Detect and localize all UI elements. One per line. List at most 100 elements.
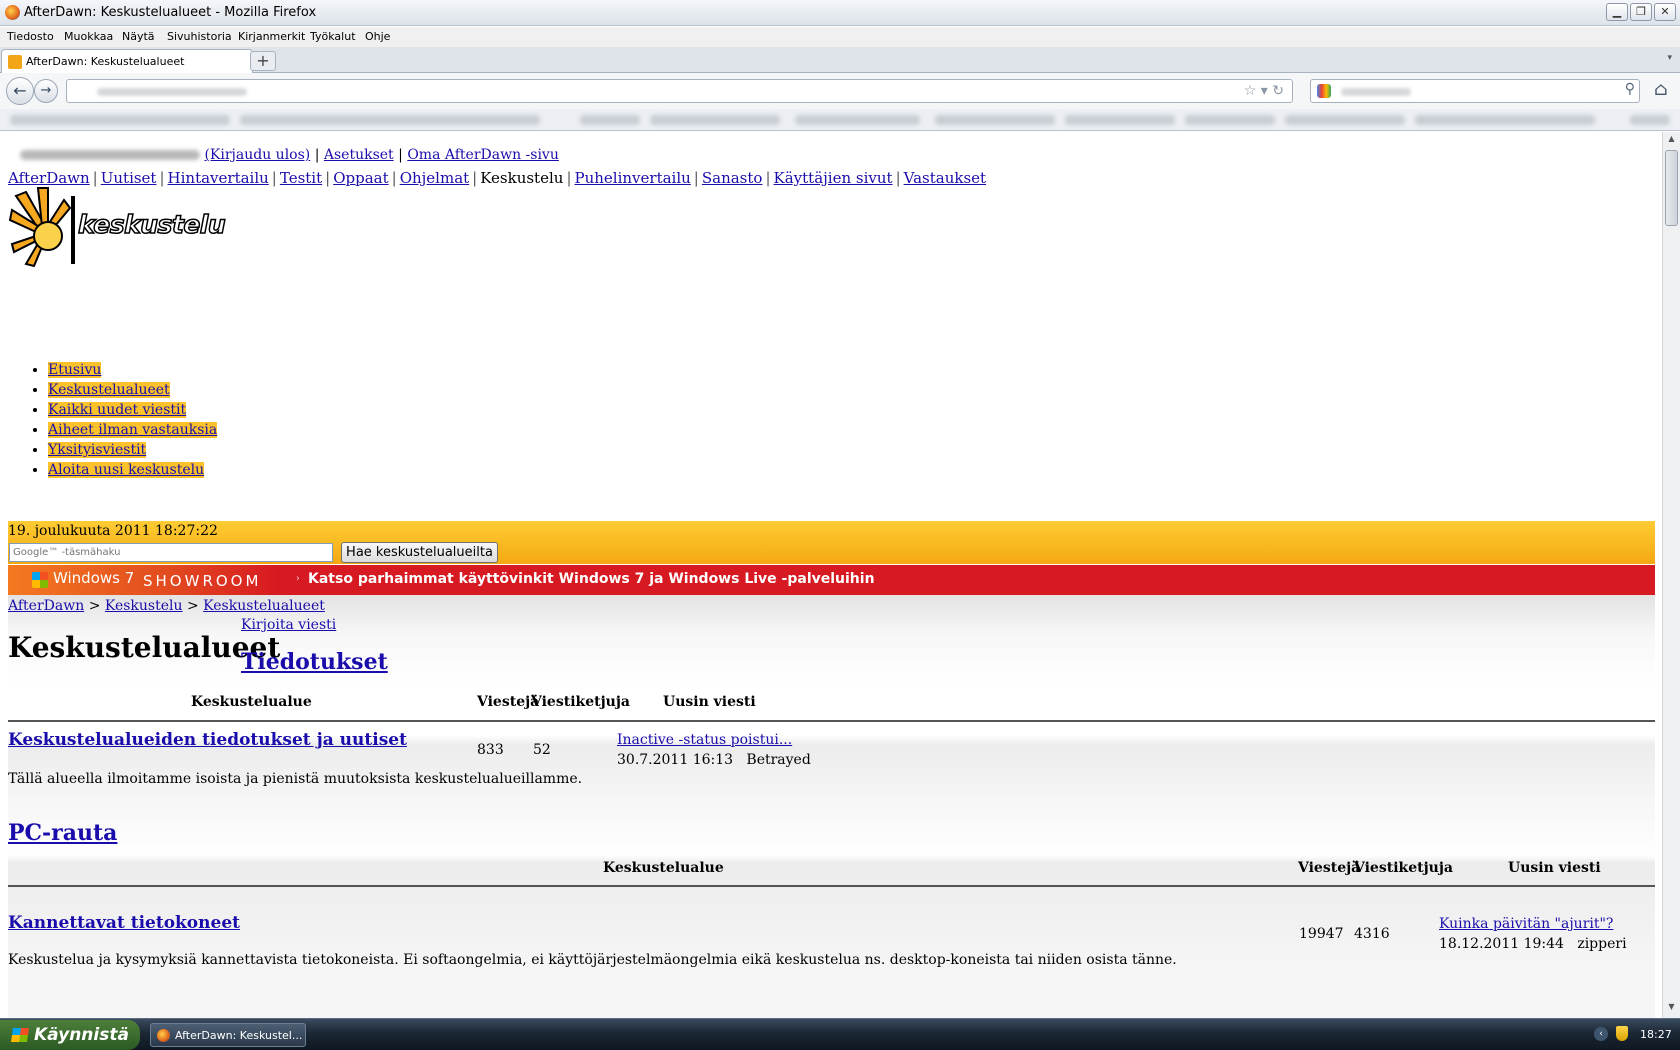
section-link-pc-rauta[interactable]: PC-rauta: [8, 820, 117, 846]
tray-expand-icon[interactable]: ‹: [1594, 1027, 1608, 1041]
close-button[interactable]: ✕: [1654, 3, 1676, 21]
bookmark-item[interactable]: [1065, 115, 1175, 125]
url-bar[interactable]: ☆ ▾ ↻: [66, 79, 1293, 103]
start-button[interactable]: Käynnistä: [0, 1020, 140, 1050]
forum-link-tiedotukset-uutiset[interactable]: Keskustelualueiden tiedotukset ja uutise…: [8, 730, 407, 750]
menu-keskustelualueet[interactable]: Keskustelualueet: [48, 382, 170, 398]
menu-tiedosto[interactable]: Tiedosto: [7, 30, 54, 43]
breadcrumb: AfterDawn > Keskustelu > Keskustelualuee…: [8, 598, 325, 614]
google-engine-icon[interactable]: [1317, 84, 1331, 98]
nav-vastaukset[interactable]: Vastaukset: [904, 169, 986, 187]
banner-brand: Windows 7: [53, 569, 135, 587]
latest-post: Kuinka päivitän "ajurit"?: [1439, 916, 1613, 932]
latest-post-link[interactable]: Inactive -status poistui...: [617, 732, 792, 748]
windows7-showroom-banner[interactable]: Windows 7 SHOWROOM › Katso parhaimmat kä…: [8, 565, 1655, 595]
nav-ohjelmat[interactable]: Ohjelmat: [400, 169, 469, 187]
nav-puhelinvertailu[interactable]: Puhelinvertailu: [575, 169, 691, 187]
column-header-threads: Viestiketjuja: [1354, 860, 1453, 876]
logout-link[interactable]: (Kirjaudu ulos): [204, 147, 310, 163]
latest-post-meta: 30.7.2011 16:13 Betrayed: [617, 752, 811, 768]
url-controls[interactable]: ☆ ▾ ↻: [1244, 83, 1284, 99]
back-button[interactable]: ←: [6, 77, 34, 105]
forward-button[interactable]: →: [34, 79, 58, 103]
own-page-link[interactable]: Oma AfterDawn -sivu: [407, 147, 559, 163]
vertical-scrollbar[interactable]: ▲ ▼: [1662, 132, 1680, 1018]
system-tray: ‹ 18:27: [1590, 1021, 1680, 1049]
security-shield-icon[interactable]: [1616, 1026, 1628, 1041]
keskustelu-logo[interactable]: keskustelu: [8, 186, 226, 268]
nav-afterdawn[interactable]: AfterDawn: [8, 169, 90, 187]
bookmark-item[interactable]: [240, 115, 540, 125]
menu-tyokalut[interactable]: Työkalut: [310, 30, 356, 43]
settings-link[interactable]: Asetukset: [324, 147, 394, 163]
minimize-button[interactable]: ▁: [1606, 3, 1628, 21]
menu-kirjanmerkit[interactable]: Kirjanmerkit: [238, 30, 305, 43]
scrollbar-thumb[interactable]: [1665, 150, 1678, 226]
forum-posts-count: 833: [477, 742, 504, 758]
latest-post: Inactive -status poistui...: [617, 732, 792, 748]
nav-hintavertailu[interactable]: Hintavertailu: [168, 169, 269, 187]
nav-oppaat[interactable]: Oppaat: [333, 169, 388, 187]
breadcrumb-afterdawn[interactable]: AfterDawn: [8, 598, 84, 614]
taskbar-item-firefox[interactable]: AfterDawn: Keskustel...: [150, 1023, 306, 1047]
column-header-posts: Viestejä: [477, 694, 540, 710]
bookmark-item[interactable]: [1630, 115, 1670, 125]
window-titlebar[interactable]: AfterDawn: Keskustelualueet - Mozilla Fi…: [0, 0, 1680, 26]
forum-menu: Etusivu Keskustelualueet Kaikki uudet vi…: [48, 360, 218, 480]
menu-nayta[interactable]: Näytä: [122, 30, 155, 43]
site-navigation: AfterDawn | Uutiset | Hintavertailu | Testit | O…: [8, 169, 987, 187]
column-header-latest: Uusin viesti: [1508, 860, 1601, 876]
tab-afterdawn[interactable]: AfterDawn: Keskustelualueet: [1, 49, 253, 73]
latest-post-user: zipperi: [1577, 936, 1627, 952]
breadcrumb-keskustelualueet[interactable]: Keskustelualueet: [203, 598, 325, 614]
scroll-up-icon[interactable]: ▲: [1665, 134, 1678, 148]
home-button[interactable]: ⌂: [1648, 77, 1674, 105]
nav-uutiset[interactable]: Uutiset: [101, 169, 157, 187]
menu-item: Kaikki uudet viestit: [48, 400, 217, 420]
menu-etusivu[interactable]: Etusivu: [48, 362, 102, 378]
breadcrumb-keskustelu[interactable]: Keskustelu: [105, 598, 183, 614]
menu-sivuhistoria[interactable]: Sivuhistoria: [167, 30, 232, 43]
bookmark-item[interactable]: [935, 115, 1055, 125]
bookmark-item[interactable]: [1285, 115, 1405, 125]
tab-list-button[interactable]: ▾: [1667, 53, 1672, 63]
banner-arrow-icon: ›: [296, 574, 300, 584]
menu-kaikki-uudet-viestit[interactable]: Kaikki uudet viestit: [48, 402, 187, 418]
forum-posts-count: 19947: [1299, 926, 1344, 942]
forum-search-button[interactable]: Hae keskustelualueilta: [341, 542, 498, 563]
menu-item: Aiheet ilman vastauksia: [48, 420, 218, 440]
section-link-tiedotukset[interactable]: Tiedotukset: [241, 649, 388, 675]
menu-item: Aloita uusi keskustelu: [48, 460, 217, 480]
menu-item: Yksityisviestit: [48, 440, 217, 460]
bookmark-item[interactable]: [650, 115, 780, 125]
forum-search-input[interactable]: [9, 543, 333, 562]
logo-text: keskustelu: [77, 209, 226, 240]
latest-post-link[interactable]: Kuinka päivitän "ajurit"?: [1439, 916, 1613, 932]
bookmark-item[interactable]: [795, 115, 920, 125]
banner-message: Katso parhaimmat käyttövinkit Windows 7 …: [308, 571, 875, 587]
clock[interactable]: 18:27: [1640, 1028, 1672, 1041]
nav-kayttajien-sivut[interactable]: Käyttäjien sivut: [774, 169, 893, 187]
menu-aloita-uusi-keskustelu[interactable]: Aloita uusi keskustelu: [48, 462, 205, 478]
afterdawn-sun-icon: [8, 187, 72, 268]
bookmark-item[interactable]: [1415, 115, 1595, 125]
search-bar[interactable]: ⚲: [1310, 79, 1640, 103]
maximize-button[interactable]: ❐: [1630, 3, 1652, 21]
window-title: AfterDawn: Keskustelualueet - Mozilla Fi…: [24, 5, 317, 20]
column-header-area: Keskustelualue: [191, 694, 312, 710]
nav-testit[interactable]: Testit: [280, 169, 322, 187]
new-tab-button[interactable]: +: [250, 51, 276, 71]
menu-aiheet-ilman-vastauksia[interactable]: Aiheet ilman vastauksia: [48, 422, 218, 438]
menu-muokkaa[interactable]: Muokkaa: [64, 30, 113, 43]
menu-ohje[interactable]: Ohje: [365, 30, 390, 43]
forum-link-kannettavat[interactable]: Kannettavat tietokoneet: [8, 913, 240, 933]
menu-yksityisviestit[interactable]: Yksityisviestit: [48, 442, 147, 458]
bookmark-item[interactable]: [1185, 115, 1275, 125]
bookmark-item[interactable]: [10, 115, 230, 125]
firefox-icon: [5, 5, 20, 20]
user-line: (Kirjaudu ulos) | Asetukset | Oma AfterD…: [20, 147, 559, 163]
scroll-down-icon[interactable]: ▼: [1665, 1002, 1678, 1016]
bookmark-item[interactable]: [580, 115, 640, 125]
nav-sanasto[interactable]: Sanasto: [702, 169, 763, 187]
search-icon[interactable]: ⚲: [1625, 81, 1635, 97]
